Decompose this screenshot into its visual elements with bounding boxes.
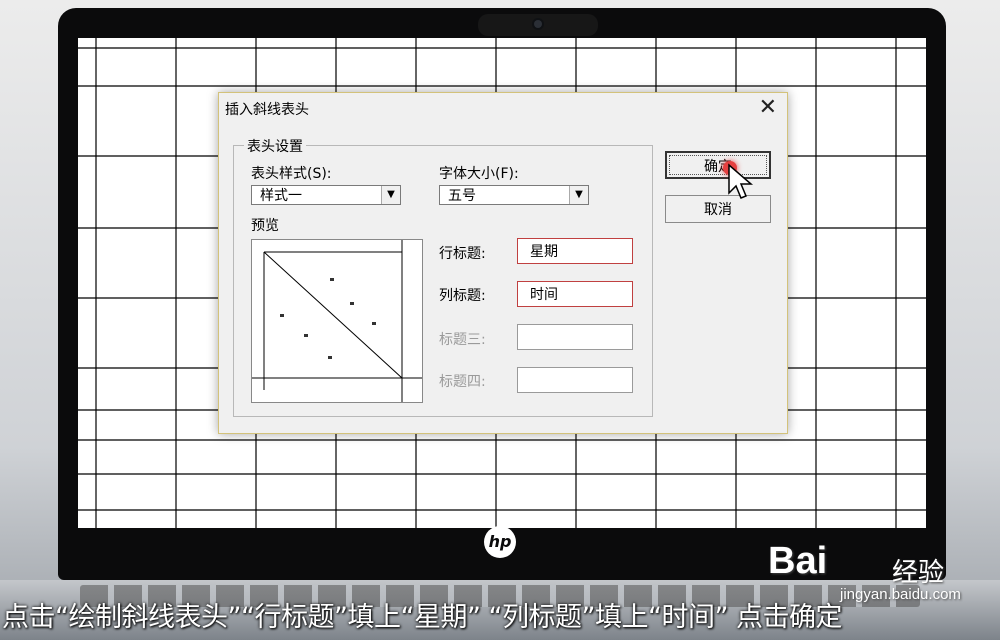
hp-logo: hp [484, 526, 516, 558]
font-size-value: 五号 [448, 188, 476, 204]
row-title-label: 行标题: [439, 246, 486, 262]
preview-box [251, 239, 423, 403]
baidu-logo: Bai [768, 540, 828, 582]
dialog-title: 插入斜线表头 [225, 102, 309, 118]
title4-input[interactable] [517, 367, 633, 393]
chevron-down-icon[interactable]: ▼ [381, 186, 400, 204]
tutorial-caption: 点击“绘制斜线表头”“行标题”填上“星期” “列标题”填上“时间” 点击确定 [2, 602, 843, 633]
diagonal-header-preview [252, 240, 422, 402]
mouse-cursor-icon [728, 163, 754, 199]
title4-label: 标题四: [439, 374, 486, 390]
font-size-label: 字体大小(F): [439, 166, 519, 182]
header-style-label: 表头样式(S): [251, 166, 332, 182]
column-title-label: 列标题: [439, 288, 486, 304]
header-style-value: 样式一 [260, 188, 302, 204]
webcam [478, 14, 598, 36]
column-title-input[interactable]: 时间 [517, 281, 633, 307]
baidu-jingyan-label: 经验 [892, 558, 945, 588]
chevron-down-icon[interactable]: ▼ [569, 186, 588, 204]
header-style-select[interactable]: 样式一 ▼ [251, 185, 401, 205]
title3-label: 标题三: [439, 332, 486, 348]
title3-input[interactable] [517, 324, 633, 350]
close-icon[interactable]: ✕ [759, 95, 777, 120]
font-size-select[interactable]: 五号 ▼ [439, 185, 589, 205]
group-label: 表头设置 [244, 136, 306, 156]
preview-label: 预览 [251, 218, 279, 234]
row-title-input[interactable]: 星期 [517, 238, 633, 264]
insert-diagonal-header-dialog: 插入斜线表头 ✕ 表头设置 表头样式(S): 样式一 ▼ 字体大小(F): 五号… [218, 92, 788, 434]
